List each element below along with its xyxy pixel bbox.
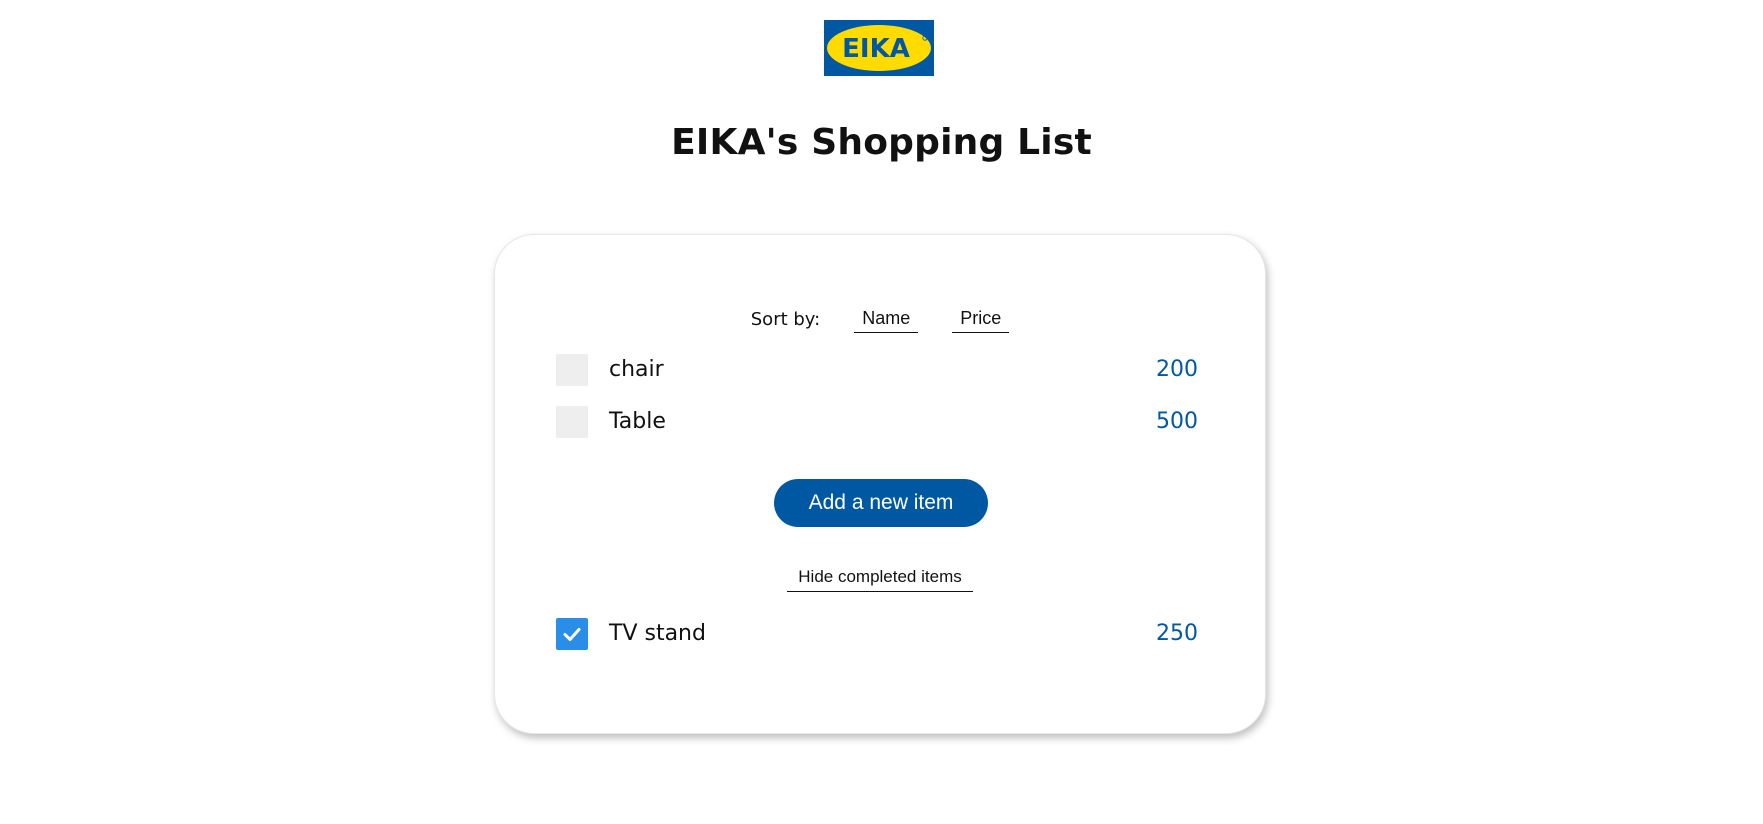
item-price: 250	[1156, 621, 1198, 646]
page: EIKA EIKA's Shopping List Sort by: Name …	[0, 0, 1763, 824]
item-checkbox[interactable]	[556, 406, 588, 438]
sort-by-label: Sort by:	[750, 309, 821, 330]
eika-logo-graphic: EIKA	[824, 20, 934, 76]
shopping-list-card: Sort by: Name Price chair 200 Table 500 …	[494, 234, 1266, 734]
item-checkbox[interactable]	[556, 354, 588, 386]
page-title: EIKA's Shopping List	[671, 122, 1092, 163]
item-name: TV stand	[609, 621, 706, 646]
item-price: 200	[1156, 357, 1198, 382]
item-name: Table	[609, 409, 666, 434]
eika-logo: EIKA	[824, 20, 934, 76]
sort-by-price-button[interactable]: Price	[952, 307, 1010, 333]
svg-text:EIKA: EIKA	[842, 34, 910, 64]
sort-by-name-button[interactable]: Name	[854, 307, 919, 333]
list-item: Table 500	[556, 406, 1198, 438]
item-checkbox-checked[interactable]	[556, 618, 588, 650]
sort-controls: Sort by: Name Price	[495, 307, 1265, 339]
checkmark-icon	[563, 628, 581, 641]
hide-completed-items-button[interactable]: Hide completed items	[787, 562, 973, 592]
item-price: 500	[1156, 409, 1198, 434]
item-name: chair	[609, 357, 664, 382]
add-new-item-button[interactable]: Add a new item	[774, 479, 988, 527]
completed-list-item: TV stand 250	[556, 618, 1198, 650]
list-item: chair 200	[556, 354, 1198, 386]
